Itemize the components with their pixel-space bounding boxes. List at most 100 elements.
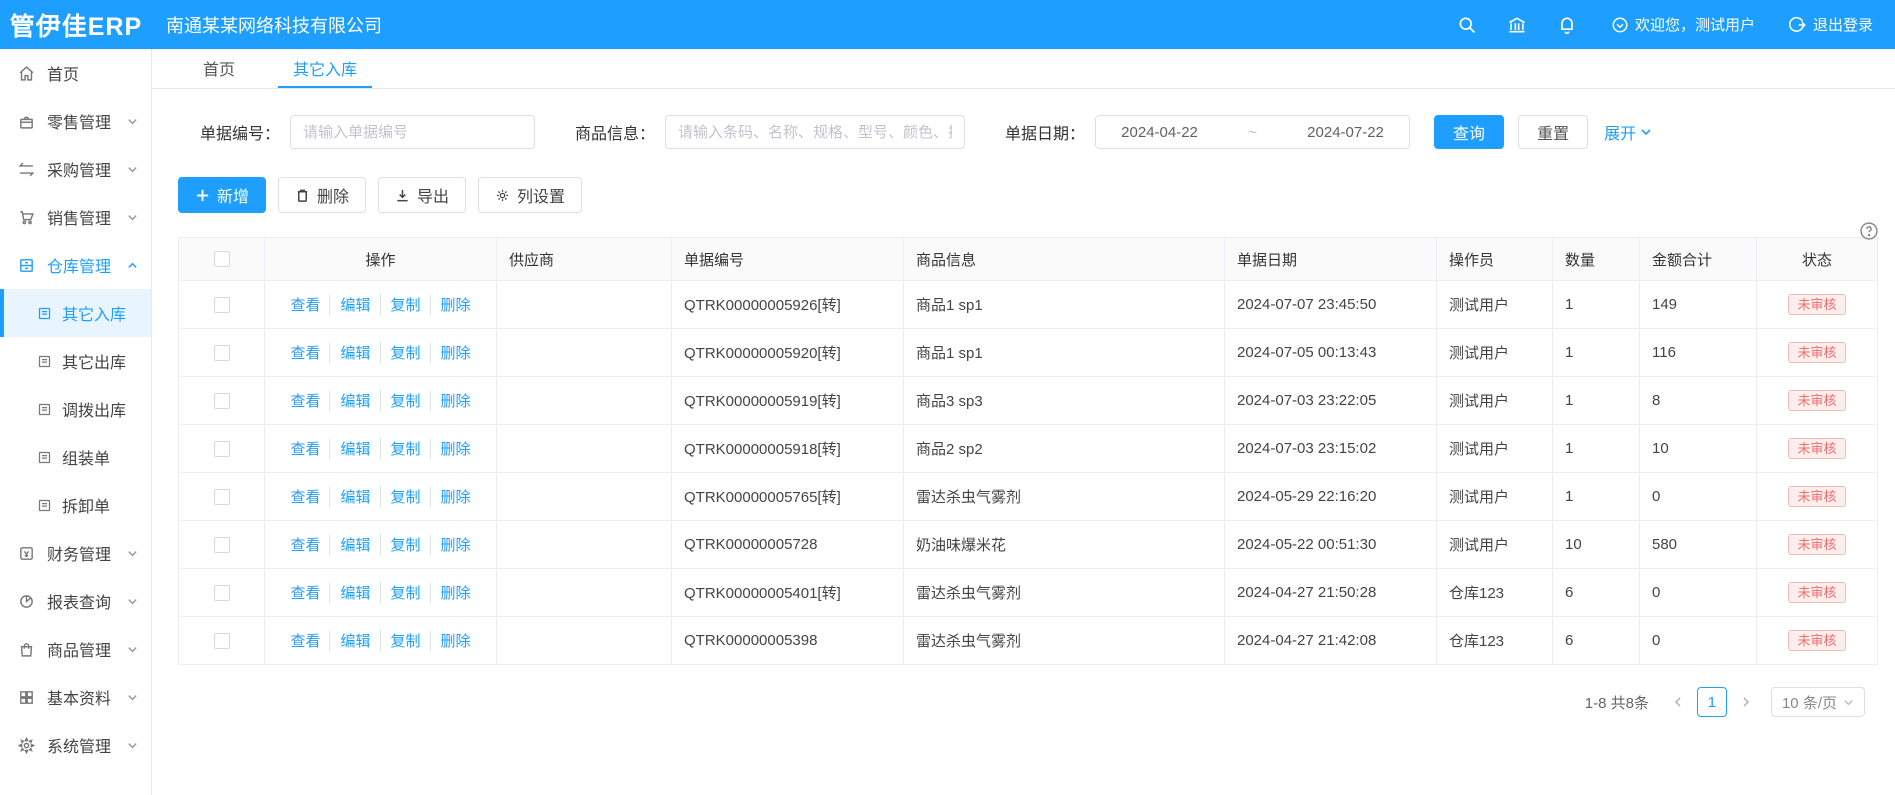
column-settings-button[interactable]: 列设置 <box>478 177 582 213</box>
export-button[interactable]: 导出 <box>378 177 466 213</box>
next-page-button[interactable] <box>1733 689 1759 715</box>
view-link[interactable]: 查看 <box>290 294 320 315</box>
cell-amount: 0 <box>1640 617 1757 664</box>
sidebar-item-purchase[interactable]: 采购管理 <box>0 145 151 193</box>
sidebar-item-goods[interactable]: 商品管理 <box>0 625 151 673</box>
status-badge: 未审核 <box>1788 630 1845 651</box>
goods-icon <box>18 641 35 658</box>
row-checkbox[interactable] <box>214 393 230 409</box>
row-checkbox[interactable] <box>214 345 230 361</box>
row-checkbox[interactable] <box>214 537 230 553</box>
sidebar-item-label: 其它出库 <box>62 349 126 373</box>
delete-link[interactable]: 删除 <box>430 390 471 411</box>
sidebar-item-other-outbound[interactable]: 其它出库 <box>0 337 151 385</box>
delete-button[interactable]: 删除 <box>278 177 366 213</box>
copy-link[interactable]: 复制 <box>380 390 421 411</box>
view-link[interactable]: 查看 <box>290 438 320 459</box>
add-button[interactable]: 新增 <box>178 177 266 213</box>
delete-link[interactable]: 删除 <box>430 438 471 459</box>
chevron-down-icon <box>127 596 138 607</box>
search-button[interactable]: 查询 <box>1434 115 1504 149</box>
row-checkbox[interactable] <box>214 297 230 313</box>
view-link[interactable]: 查看 <box>290 630 320 651</box>
edit-link[interactable]: 编辑 <box>329 534 370 555</box>
view-link[interactable]: 查看 <box>290 534 320 555</box>
welcome-user[interactable]: 欢迎您，测试用户 <box>1611 14 1755 35</box>
bank-icon[interactable] <box>1507 15 1527 35</box>
cell-amount: 10 <box>1640 425 1757 472</box>
sidebar-item-basedata[interactable]: 基本资料 <box>0 673 151 721</box>
edit-link[interactable]: 编辑 <box>329 390 370 411</box>
page-size-select[interactable]: 10 条/页 <box>1771 687 1865 717</box>
product-info-input[interactable] <box>665 115 965 149</box>
orders-table: 操作 供应商 单据编号 商品信息 单据日期 操作员 数量 金额合计 状态 查看编… <box>178 237 1878 665</box>
chevron-up-icon <box>127 260 138 271</box>
edit-link[interactable]: 编辑 <box>329 630 370 651</box>
tab-other-inbound[interactable]: 其它入库 <box>278 49 372 88</box>
edit-link[interactable]: 编辑 <box>329 294 370 315</box>
date-from[interactable]: 2024-04-22 <box>1121 124 1198 141</box>
delete-link[interactable]: 删除 <box>430 486 471 507</box>
edit-link[interactable]: 编辑 <box>329 342 370 363</box>
basedata-icon <box>18 689 35 706</box>
date-to[interactable]: 2024-07-22 <box>1307 124 1384 141</box>
date-label: 单据日期： <box>1005 120 1085 144</box>
delete-link[interactable]: 删除 <box>430 294 471 315</box>
expand-link[interactable]: 展开 <box>1604 120 1652 144</box>
reset-button[interactable]: 重置 <box>1518 115 1588 149</box>
chevron-down-icon <box>127 644 138 655</box>
prev-page-button[interactable] <box>1665 689 1691 715</box>
sidebar-item-other-inbound[interactable]: 其它入库 <box>0 289 151 337</box>
copy-link[interactable]: 复制 <box>380 342 421 363</box>
view-link[interactable]: 查看 <box>290 342 320 363</box>
edit-link[interactable]: 编辑 <box>329 438 370 459</box>
copy-link[interactable]: 复制 <box>380 582 421 603</box>
cell-amount: 580 <box>1640 521 1757 568</box>
sidebar-item-disassembly[interactable]: 拆卸单 <box>0 481 151 529</box>
welcome-text: 欢迎您，测试用户 <box>1635 14 1755 35</box>
page-number-button[interactable]: 1 <box>1697 687 1727 717</box>
view-link[interactable]: 查看 <box>290 486 320 507</box>
columns-label: 列设置 <box>517 183 565 207</box>
view-link[interactable]: 查看 <box>290 390 320 411</box>
sidebar-item-finance[interactable]: 财务管理 <box>0 529 151 577</box>
doc-icon <box>37 450 52 465</box>
sidebar-item-reports[interactable]: 报表查询 <box>0 577 151 625</box>
delete-link[interactable]: 删除 <box>430 582 471 603</box>
logout-button[interactable]: 退出登录 <box>1789 14 1873 35</box>
sidebar-item-home[interactable]: 首页 <box>0 49 151 97</box>
copy-link[interactable]: 复制 <box>380 294 421 315</box>
sidebar-item-label: 系统管理 <box>47 733 111 757</box>
row-checkbox[interactable] <box>214 441 230 457</box>
sidebar-item-warehouse[interactable]: 仓库管理 <box>0 241 151 289</box>
cell-operator: 测试用户 <box>1437 329 1553 376</box>
bell-icon[interactable] <box>1557 15 1577 35</box>
delete-link[interactable]: 删除 <box>430 342 471 363</box>
copy-link[interactable]: 复制 <box>380 486 421 507</box>
edit-link[interactable]: 编辑 <box>329 582 370 603</box>
sidebar-item-retail[interactable]: 零售管理 <box>0 97 151 145</box>
search-icon[interactable] <box>1457 15 1477 35</box>
row-checkbox[interactable] <box>214 585 230 601</box>
tab-home[interactable]: 首页 <box>188 49 250 88</box>
sidebar-item-system[interactable]: 系统管理 <box>0 721 151 769</box>
row-checkbox[interactable] <box>214 489 230 505</box>
sidebar-item-assembly[interactable]: 组装单 <box>0 433 151 481</box>
view-link[interactable]: 查看 <box>290 582 320 603</box>
help-icon[interactable] <box>1859 221 1879 241</box>
doc-icon <box>37 498 52 513</box>
home-icon <box>18 65 35 82</box>
sidebar-item-transfer-outbound[interactable]: 调拨出库 <box>0 385 151 433</box>
date-range-picker[interactable]: 2024-04-22 ~ 2024-07-22 <box>1095 115 1410 149</box>
delete-link[interactable]: 删除 <box>430 630 471 651</box>
delete-link[interactable]: 删除 <box>430 534 471 555</box>
row-checkbox[interactable] <box>214 633 230 649</box>
copy-link[interactable]: 复制 <box>380 438 421 459</box>
edit-link[interactable]: 编辑 <box>329 486 370 507</box>
sidebar-item-sales[interactable]: 销售管理 <box>0 193 151 241</box>
order-no-input[interactable] <box>290 115 535 149</box>
select-all-checkbox[interactable] <box>214 251 230 267</box>
copy-link[interactable]: 复制 <box>380 630 421 651</box>
cell-order-no: QTRK00000005398 <box>672 617 904 664</box>
copy-link[interactable]: 复制 <box>380 534 421 555</box>
